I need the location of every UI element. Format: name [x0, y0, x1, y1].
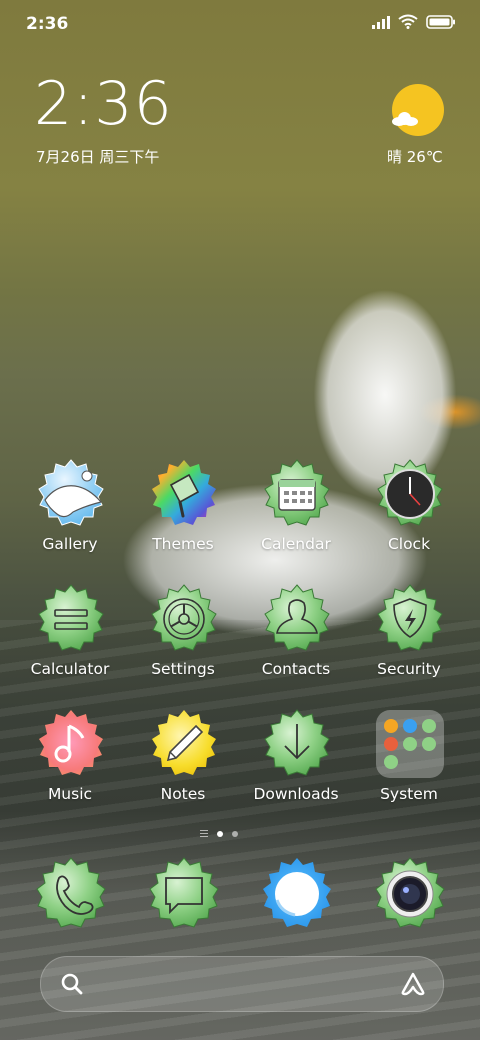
signal-icon: [372, 15, 390, 29]
app-calendar[interactable]: Calendar: [241, 458, 351, 568]
status-time: 2:36: [26, 14, 69, 34]
app-label: Gallery: [42, 535, 98, 553]
app-clock[interactable]: Clock: [354, 458, 464, 568]
clock-widget-time[interactable]: 2:36: [34, 74, 173, 134]
page-dot-active: [217, 830, 223, 837]
themes-icon: [148, 458, 220, 530]
app-system-folder[interactable]: System: [354, 708, 464, 818]
page-dot: [232, 830, 238, 837]
assistant-icon[interactable]: [399, 971, 427, 997]
wifi-icon: [398, 14, 418, 29]
dock-browser[interactable]: [259, 856, 335, 932]
settings-icon: [148, 583, 220, 655]
message-icon: [149, 857, 219, 928]
app-label: Calendar: [261, 535, 331, 553]
browser-icon: [263, 858, 331, 927]
app-label: Contacts: [261, 660, 331, 678]
calculator-icon: [35, 583, 107, 655]
download-arrow-icon: [261, 708, 333, 780]
app-label: Themes: [152, 535, 214, 553]
app-settings[interactable]: Settings: [128, 583, 238, 693]
app-label: Clock: [387, 535, 431, 553]
music-note-icon: [35, 708, 107, 780]
weather-text: 晴 26℃: [387, 148, 443, 166]
app-label: Security: [377, 660, 441, 678]
app-contacts[interactable]: Contacts: [241, 583, 351, 693]
app-label: Calculator: [30, 660, 110, 678]
folder-icon: [374, 708, 446, 780]
search-icon[interactable]: [59, 971, 85, 997]
page-indicator-minus-one: [200, 830, 208, 837]
app-security[interactable]: Security: [354, 583, 464, 693]
calendar-icon: [261, 458, 333, 530]
app-calculator[interactable]: Calculator: [15, 583, 125, 693]
battery-icon: [426, 14, 455, 29]
app-label: Settings: [151, 660, 215, 678]
cloud-icon: [392, 112, 418, 126]
app-themes[interactable]: Themes: [128, 458, 238, 568]
shield-icon: [374, 583, 446, 655]
status-icons: [372, 14, 456, 29]
clock-widget-date: 7月26日 周三下午: [36, 148, 160, 166]
app-label: Notes: [160, 785, 206, 803]
app-gallery[interactable]: Gallery: [15, 458, 125, 568]
app-downloads[interactable]: Downloads: [241, 708, 351, 818]
search-bar[interactable]: [40, 956, 444, 1012]
app-label: Music: [47, 785, 93, 803]
dock-phone[interactable]: [33, 856, 109, 932]
app-label: System: [380, 785, 438, 803]
contacts-icon: [261, 583, 333, 655]
app-label: Downloads: [253, 785, 339, 803]
page-indicator[interactable]: [200, 830, 238, 837]
clock-icon: [374, 458, 446, 530]
sunny-cloud-icon[interactable]: [392, 84, 444, 136]
dock-messages[interactable]: [146, 856, 222, 932]
app-notes[interactable]: Notes: [128, 708, 238, 818]
phone-icon: [36, 857, 106, 928]
app-music[interactable]: Music: [15, 708, 125, 818]
camera-icon: [375, 857, 445, 928]
pencil-icon: [148, 708, 220, 780]
dock-camera[interactable]: [372, 856, 448, 932]
gallery-icon: [35, 458, 107, 530]
